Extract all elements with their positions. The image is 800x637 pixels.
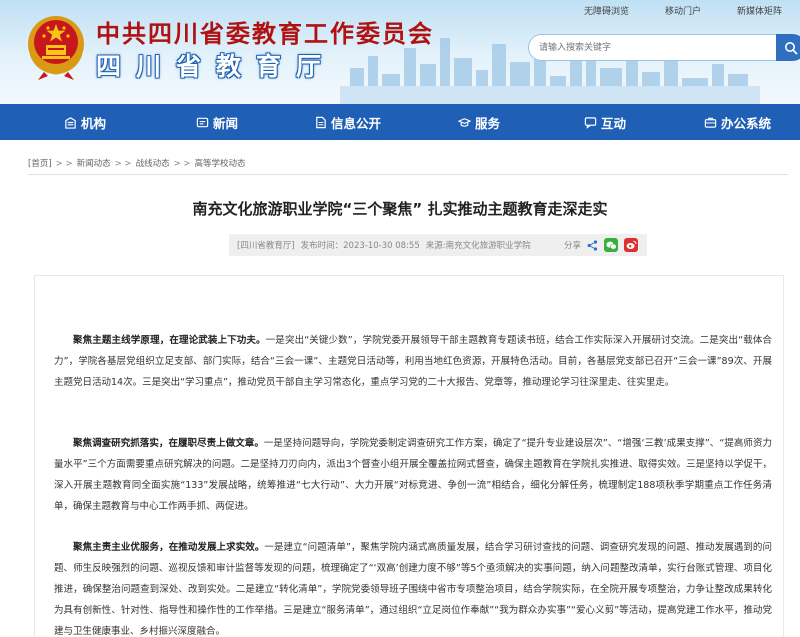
breadcrumb-front-news[interactable]: 战线动态	[136, 159, 170, 169]
site-title: 中共四川省委教育工作委员会	[96, 20, 434, 48]
paragraph-lead: 聚焦主题主线学原理，在理论武装上下功夫。	[73, 335, 266, 346]
breadcrumb-separator: > >	[173, 159, 191, 169]
nav-item-news[interactable]: 新闻	[196, 104, 238, 140]
search-input[interactable]	[528, 34, 780, 61]
news-icon	[196, 117, 209, 127]
wechat-share-button[interactable]	[604, 238, 619, 252]
new-media-link[interactable]: 新媒体矩阵	[737, 4, 782, 17]
paragraph-lead: 聚焦主责主业优服务，在推动发展上求实效。	[73, 542, 265, 553]
nav-item-institution[interactable]: 机构	[64, 104, 106, 140]
article-title: 南充文化旅游职业学院“三个聚焦” 扎实推动主题教育走深走实	[192, 200, 608, 218]
briefcase-icon	[704, 117, 717, 128]
breadcrumb-news[interactable]: 新闻动态	[77, 159, 111, 169]
search-button[interactable]	[776, 34, 800, 61]
nav-label: 机构	[81, 115, 107, 131]
search-icon	[785, 41, 798, 54]
document-icon	[316, 116, 326, 128]
meta-publish-date: 发布时间：2023-10-30 08:55	[300, 241, 420, 251]
paragraph-text: 一是建立“问题清单”，聚焦学院内涵式高质量发展，结合学习研讨查找的问题、调查研究…	[54, 542, 772, 637]
nav-item-interaction[interactable]: 互动	[584, 104, 626, 140]
building-icon	[65, 116, 76, 129]
chat-icon	[584, 116, 597, 129]
breadcrumb-home[interactable]: [首页]	[28, 159, 52, 169]
share-label: 分享	[564, 241, 582, 251]
main-nav: 机构 新闻 信息公开 服务 互动 办公系统	[0, 104, 800, 140]
nav-item-service[interactable]: 服务	[458, 104, 500, 140]
meta-source-label: [四川省教育厅]	[237, 241, 295, 251]
breadcrumb-separator: > >	[55, 159, 73, 169]
mortarboard-icon	[458, 117, 471, 127]
wechat-icon	[605, 241, 617, 249]
article-paragraph: 聚焦主责主业优服务，在推动发展上求实效。一是建立“问题清单”，聚焦学院内涵式高质…	[54, 537, 772, 637]
breadcrumb-higher-education[interactable]: 高等学校动态	[195, 159, 246, 169]
breadcrumb: [首页] > > 新闻动态 > > 战线动态 > > 高等学校动态	[28, 157, 246, 169]
mobile-portal-link[interactable]: 移动门户	[665, 4, 701, 17]
weibo-icon	[626, 240, 637, 249]
nav-item-info-disclosure[interactable]: 信息公开	[314, 104, 381, 140]
nav-label: 互动	[601, 115, 627, 131]
nav-label: 办公系统	[721, 115, 772, 131]
accessibility-link[interactable]: 无障碍浏览	[584, 4, 629, 17]
meta-origin: 来源:南充文化旅游职业学院	[425, 241, 531, 251]
nav-label: 信息公开	[331, 115, 382, 131]
top-links: 无障碍浏览 移动门户 新媒体矩阵	[584, 4, 782, 17]
nav-label: 服务	[475, 115, 501, 131]
paragraph-text: 一是坚持问题导向，学院党委制定调查研究工作方案，确定了“提升专业建设层次”、“增…	[54, 438, 772, 512]
divider	[28, 174, 788, 175]
national-emblem-logo	[28, 16, 84, 80]
breadcrumb-separator: > >	[114, 159, 132, 169]
search-box	[528, 34, 800, 61]
article-paragraph: 聚焦主题主线学原理，在理论武装上下功夫。一是突出“关键少数”，学院党委开展领导干…	[54, 330, 772, 393]
paragraph-lead: 聚焦调查研究抓落实，在履职尽责上做文章。	[73, 438, 264, 449]
site-subtitle: 四川省教育厅	[96, 52, 337, 81]
site-header: 无障碍浏览 移动门户 新媒体矩阵 中共四川省委教育工作委员会 四川省教育厅	[0, 0, 800, 104]
weibo-share-button[interactable]	[624, 238, 639, 252]
share-icon[interactable]	[587, 239, 598, 251]
nav-label: 新闻	[213, 115, 239, 131]
share-bar: 分享	[564, 238, 639, 252]
nav-item-office-system[interactable]: 办公系统	[704, 104, 771, 140]
article-paragraph: 聚焦调查研究抓落实，在履职尽责上做文章。一是坚持问题导向，学院党委制定调查研究工…	[54, 433, 772, 517]
